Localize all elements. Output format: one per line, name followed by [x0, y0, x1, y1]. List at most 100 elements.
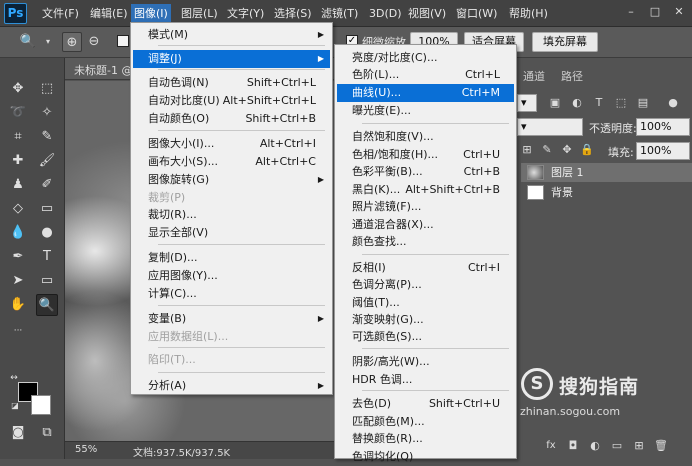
image-menu-item-11[interactable]: 复制(D)...: [133, 249, 330, 267]
default-colors-icon[interactable]: ◪: [9, 400, 21, 412]
swap-colors-icon[interactable]: ↔: [8, 372, 20, 384]
image-menu-item-3[interactable]: 自动对比度(U) Alt+Shift+Ctrl+L: [133, 92, 330, 110]
zoom-tool-preset-icon[interactable]: 🔍: [18, 32, 38, 52]
image-menu-item-5[interactable]: 图像大小(I)... Alt+Ctrl+I: [133, 135, 330, 153]
screen-mode-icon[interactable]: ⧉: [36, 422, 58, 444]
image-menu-item-9[interactable]: 裁切(R)...: [133, 206, 330, 224]
adjust-menu-item-18[interactable]: 去色(D) Shift+Ctrl+U: [337, 395, 514, 413]
zoom-in-icon[interactable]: ⊕: [62, 32, 82, 52]
menu-image[interactable]: 图像(I): [131, 4, 171, 23]
image-menu-item-1[interactable]: 调整(J) ▶: [133, 50, 330, 68]
adjust-menu-item-13[interactable]: 阈值(T)...: [337, 294, 514, 312]
image-menu-item-10[interactable]: 显示全部(V): [133, 224, 330, 242]
image-menu-item-7[interactable]: 图像旋转(G) ▶: [133, 171, 330, 189]
adjust-menu-item-11[interactable]: 反相(I) Ctrl+I: [337, 259, 514, 277]
smart-object-filter-icon[interactable]: ▤: [635, 95, 651, 111]
eraser-icon[interactable]: ◇: [7, 198, 29, 220]
lock-image-icon[interactable]: ✎: [539, 142, 555, 158]
image-menu-item-6[interactable]: 画布大小(S)... Alt+Ctrl+C: [133, 153, 330, 171]
delete-layer-icon[interactable]: 🗑: [653, 438, 669, 454]
image-menu-item-14[interactable]: 变量(B) ▶: [133, 310, 330, 328]
lock-position-icon[interactable]: ✥: [559, 142, 575, 158]
image-menu-item-0[interactable]: 模式(M) ▶: [133, 26, 330, 44]
adjust-menu-item-15[interactable]: 可选颜色(S)...: [337, 328, 514, 346]
menu-help[interactable]: 帮助(H): [506, 0, 551, 27]
adjust-menu-item-5[interactable]: 色相/饱和度(H)... Ctrl+U: [337, 146, 514, 164]
menu-file[interactable]: 文件(F): [39, 0, 82, 27]
filter-toggle-icon[interactable]: ●: [665, 95, 681, 111]
blend-mode-dropdown[interactable]: ▾: [517, 118, 583, 136]
adjust-menu-item-4[interactable]: 自然饱和度(V)...: [337, 128, 514, 146]
background-color-swatch[interactable]: [31, 395, 51, 415]
marquee-tool-icon[interactable]: ⬚: [36, 78, 58, 100]
image-menu-item-2[interactable]: 自动色调(N) Shift+Ctrl+L: [133, 74, 330, 92]
maximize-icon[interactable]: □: [648, 5, 662, 19]
adjust-menu-item-19[interactable]: 匹配颜色(M)...: [337, 413, 514, 431]
shape-filter-icon[interactable]: ⬚: [613, 95, 629, 111]
adjust-menu-item-9[interactable]: 通道混合器(X)...: [337, 216, 514, 234]
blur-tool-icon[interactable]: 💧: [7, 222, 29, 244]
layer-filter-dropdown[interactable]: ▾: [517, 94, 537, 112]
brush-tool-icon[interactable]: 🖌: [36, 150, 58, 172]
adjust-menu-item-14[interactable]: 渐变映射(G)...: [337, 311, 514, 329]
zoom-level[interactable]: 55%: [75, 444, 97, 455]
new-group-icon[interactable]: ▭: [609, 438, 625, 454]
pixel-filter-icon[interactable]: ▣: [547, 95, 563, 111]
image-menu-item-17[interactable]: 分析(A) ▶: [133, 377, 330, 395]
minimize-icon[interactable]: –: [624, 5, 638, 19]
close-icon[interactable]: ✕: [672, 5, 686, 19]
zoom-out-icon[interactable]: ⊖: [84, 32, 104, 52]
fx-icon[interactable]: fx: [543, 438, 559, 454]
menu-edit[interactable]: 编辑(E): [87, 0, 131, 27]
image-menu-item-13[interactable]: 计算(C)...: [133, 285, 330, 303]
opacity-field[interactable]: 100%: [636, 118, 690, 136]
adjust-menu-item-7[interactable]: 黑白(K)... Alt+Shift+Ctrl+B: [337, 181, 514, 199]
lock-transparent-icon[interactable]: ⊞: [519, 142, 535, 158]
move-tool-icon[interactable]: ✥: [7, 78, 29, 100]
menu-3d[interactable]: 3D(D): [366, 0, 405, 27]
adjust-menu-item-0[interactable]: 亮度/对比度(C)...: [337, 49, 514, 67]
dodge-tool-icon[interactable]: ●: [36, 222, 58, 244]
quick-mask-icon[interactable]: ◙: [7, 422, 29, 444]
type-tool-icon[interactable]: T: [36, 246, 58, 268]
adjustment-filter-icon[interactable]: ◐: [569, 95, 585, 111]
tab-channels[interactable]: 通道: [517, 66, 551, 88]
clone-stamp-icon[interactable]: ♟: [7, 174, 29, 196]
zoom-tool-icon[interactable]: 🔍: [36, 294, 58, 316]
resize-windows-checkbox[interactable]: [117, 35, 129, 47]
adjust-menu-item-1[interactable]: 色阶(L)... Ctrl+L: [337, 66, 514, 84]
adjust-menu-item-17[interactable]: HDR 色调...: [337, 371, 514, 389]
fill-screen-button[interactable]: 填充屏幕: [532, 32, 598, 52]
history-brush-icon[interactable]: ✐: [36, 174, 58, 196]
new-layer-icon[interactable]: ⊞: [631, 438, 647, 454]
rectangle-tool-icon[interactable]: ▭: [36, 270, 58, 292]
lock-all-icon[interactable]: 🔒: [579, 142, 595, 158]
image-menu-item-12[interactable]: 应用图像(Y)...: [133, 267, 330, 285]
lasso-tool-icon[interactable]: ➰: [7, 102, 29, 124]
adjust-menu-item-8[interactable]: 照片滤镜(F)...: [337, 198, 514, 216]
gradient-tool-icon[interactable]: ▭: [36, 198, 58, 220]
menu-window[interactable]: 窗口(W): [453, 0, 500, 27]
layer-row-1[interactable]: 图层 1: [521, 163, 692, 182]
crop-tool-icon[interactable]: ⌗: [7, 126, 29, 148]
more-tools-icon[interactable]: ···: [7, 320, 29, 342]
adjust-menu-item-6[interactable]: 色彩平衡(B)... Ctrl+B: [337, 163, 514, 181]
tab-paths[interactable]: 路径: [555, 66, 589, 88]
path-selection-icon[interactable]: ➤: [7, 270, 29, 292]
magic-wand-icon[interactable]: ✧: [36, 102, 58, 124]
add-mask-icon[interactable]: ◘: [565, 438, 581, 454]
adjust-menu-item-16[interactable]: 阴影/高光(W)...: [337, 353, 514, 371]
adjust-menu-item-10[interactable]: 颜色查找...: [337, 233, 514, 251]
adjust-menu-item-3[interactable]: 曝光度(E)...: [337, 102, 514, 120]
adjust-menu-item-21[interactable]: 色调均化(Q): [337, 448, 514, 466]
menu-view[interactable]: 视图(V): [405, 0, 449, 27]
pen-tool-icon[interactable]: ✒: [7, 246, 29, 268]
type-filter-icon[interactable]: T: [591, 95, 607, 111]
layer-row-background[interactable]: 背景: [521, 183, 692, 202]
chevron-down-icon[interactable]: ▾: [38, 32, 58, 52]
adjust-menu-item-12[interactable]: 色调分离(P)...: [337, 276, 514, 294]
eyedropper-icon[interactable]: ✎: [36, 126, 58, 148]
fill-field[interactable]: 100%: [636, 142, 690, 160]
hand-tool-icon[interactable]: ✋: [7, 294, 29, 316]
healing-brush-icon[interactable]: ✚: [7, 150, 29, 172]
